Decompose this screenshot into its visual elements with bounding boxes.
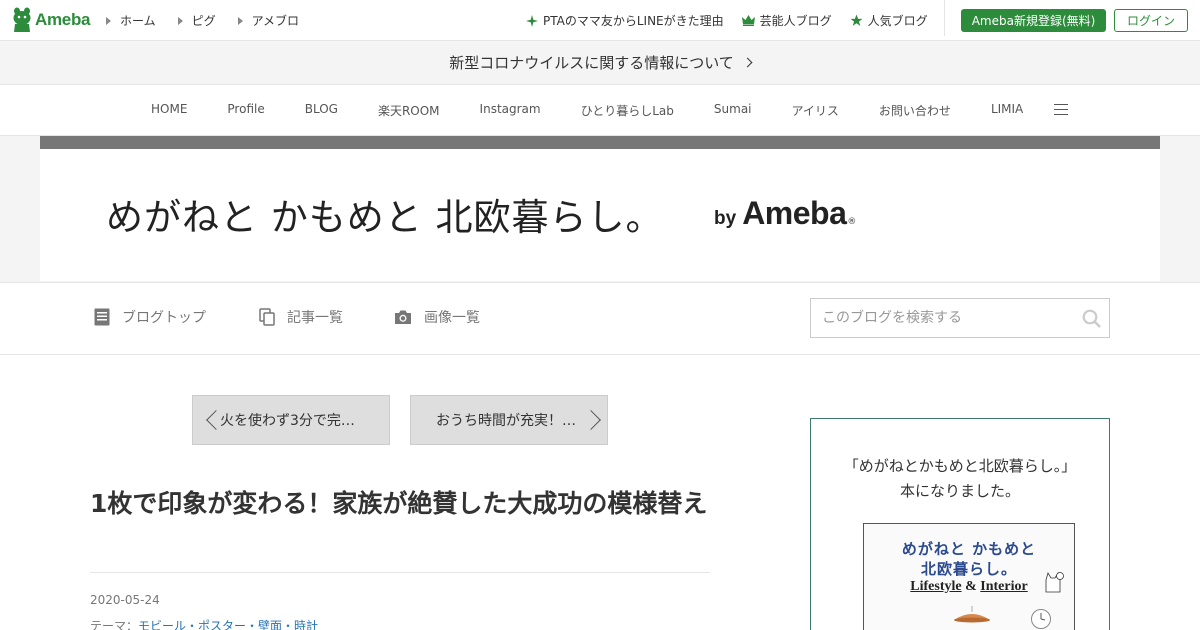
subnav-image-list[interactable]: 画像一覧 [394, 307, 480, 327]
article-date: 2020-05-24 [90, 593, 160, 607]
triangle-right-icon [106, 16, 111, 25]
covid-notice-link[interactable]: 新型コロナウイルスに関する情報について [0, 41, 1200, 85]
subnav-label: 画像一覧 [424, 310, 480, 326]
chevron-right-icon [742, 57, 753, 68]
theme-label: テーマ： [90, 619, 139, 630]
next-article-title: おうち時間が充実！… [436, 413, 576, 429]
notice-text: 新型コロナウイルスに関する情報について [449, 54, 734, 72]
article-divider [90, 572, 710, 573]
cat-illustration-icon [1045, 572, 1064, 593]
blog-search-input[interactable] [811, 299, 1071, 337]
book-interior: Interior [980, 579, 1028, 594]
subnav-article-list[interactable]: 記事一覧 [259, 307, 343, 327]
service-nav: ホーム ピグ アメブロ [106, 12, 321, 29]
featured-link-popular[interactable]: 人気ブログ [850, 12, 928, 29]
chevron-right-icon [581, 410, 601, 430]
blog-nav-item-profile[interactable]: Profile [207, 102, 284, 119]
service-nav-ameblo[interactable]: アメブロ [237, 12, 300, 29]
book-promo-line1: 「めがねとかもめと北欧暮らし。」 [843, 457, 1077, 475]
blog-nav-item-limia[interactable]: LIMIA [971, 102, 1043, 119]
crown-icon [741, 15, 755, 26]
clock-illustration-icon [1031, 609, 1051, 629]
featured-link-label: PTAのママ友からLINEがきた理由 [543, 14, 724, 28]
ameba-brand-text: Ameba [742, 195, 847, 231]
triangle-right-icon [177, 16, 183, 25]
lamp-illustration-icon [954, 606, 990, 623]
book-cover-title-1: めがねと かもめと [901, 540, 1037, 558]
hamburger-icon[interactable] [1054, 104, 1068, 119]
ameba-logo[interactable]: Ameba [12, 7, 90, 33]
service-nav-pigg[interactable]: ピグ [177, 12, 216, 29]
book-promo-text: 「めがねとかもめと北欧暮らし。」 本になりました。 [811, 454, 1109, 504]
blog-title: めがねと かもめと 北欧暮らし。 [106, 196, 664, 239]
blog-nav-item-home[interactable]: HOME [131, 102, 207, 119]
featured-link-label: 芸能人ブログ [759, 14, 832, 28]
blog-subnav: ブログトップ 記事一覧 画像一覧 [0, 282, 1200, 355]
blog-nav-item-instagram[interactable]: Instagram [460, 102, 561, 119]
registered-mark: ® [847, 217, 857, 227]
subnav-blog-top[interactable]: ブログトップ [94, 307, 206, 327]
blog-header-banner[interactable]: めがねと かもめと 北欧暮らし。 by Ameba ® [40, 149, 1160, 281]
document-icon [94, 308, 110, 326]
article-title[interactable]: 1枚で印象が変わる！家族が絶賛した大成功の模様替え [90, 485, 712, 522]
search-icon[interactable] [1082, 309, 1101, 328]
subnav-label: 記事一覧 [287, 310, 343, 326]
book-lifestyle: Lifestyle [910, 579, 962, 594]
blog-nav-list: HOME Profile BLOG 楽天ROOM Instagram ひとり暮ら… [131, 102, 1043, 119]
subnav-label: ブログトップ [122, 310, 206, 326]
book-amp: & [965, 579, 977, 594]
blog-nav-item-hitorigurashi-lab[interactable]: ひとり暮らしLab [561, 102, 694, 119]
blog-nav-item-rakuten-room[interactable]: 楽天ROOM [358, 102, 460, 119]
blog-nav-item-blog[interactable]: BLOG [285, 102, 358, 119]
camera-icon [395, 310, 411, 324]
by-ameba-logo: by Ameba ® [714, 195, 856, 232]
blog-nav-item-sumai[interactable]: Sumai [694, 102, 772, 119]
blog-nav: HOME Profile BLOG 楽天ROOM Instagram ひとり暮ら… [0, 85, 1200, 136]
article-theme: テーマ：モビール・ポスター・壁面・時計 [90, 617, 318, 630]
banner-top-strip [40, 136, 1160, 149]
triangle-right-icon [237, 16, 243, 25]
theme-link[interactable]: モビール・ポスター・壁面・時計 [138, 619, 318, 630]
featured-link-celebrity[interactable]: 芸能人ブログ [741, 12, 832, 29]
global-header: Ameba ホーム ピグ アメブロ PTAのママ友からLINEがきた理由 芸能人… [0, 0, 1200, 41]
blog-nav-item-iris[interactable]: アイリス [772, 102, 859, 119]
service-nav-label: アメブロ [251, 14, 300, 28]
prev-article-button[interactable]: 火を使わず3分で完… [192, 395, 390, 445]
login-button[interactable]: ログイン [1114, 9, 1188, 32]
star-icon [850, 14, 863, 26]
register-button[interactable]: Ameba新規登録(無料) [961, 9, 1106, 32]
sparkle-icon [526, 14, 538, 27]
featured-link-pta[interactable]: PTAのママ友からLINEがきた理由 [526, 12, 724, 29]
ameba-mascot-icon [13, 7, 31, 32]
featured-links: PTAのママ友からLINEがきた理由 芸能人ブログ 人気ブログ [526, 12, 946, 29]
copy-icon [259, 308, 275, 326]
by-text: by [714, 208, 737, 229]
next-article-button[interactable]: おうち時間が充実！… [410, 395, 608, 445]
service-nav-label: ピグ [191, 14, 216, 28]
featured-link-label: 人気ブログ [867, 14, 928, 28]
book-cover-image[interactable]: めがねと かもめと 北欧暮らし。 Lifestyle & Interior [863, 523, 1075, 630]
header-divider [944, 0, 945, 36]
book-promo-box[interactable]: 「めがねとかもめと北欧暮らし。」 本になりました。 めがねと かもめと 北欧暮ら… [810, 418, 1110, 630]
book-promo-line2: 本になりました。 [899, 482, 1020, 500]
blog-search [810, 298, 1110, 338]
service-nav-label: ホーム [120, 14, 156, 28]
blog-nav-item-contact[interactable]: お問い合わせ [859, 102, 971, 119]
prev-article-title: 火を使わず3分で完… [220, 413, 355, 429]
service-nav-home[interactable]: ホーム [106, 12, 156, 29]
logo-text: Ameba [35, 10, 91, 29]
